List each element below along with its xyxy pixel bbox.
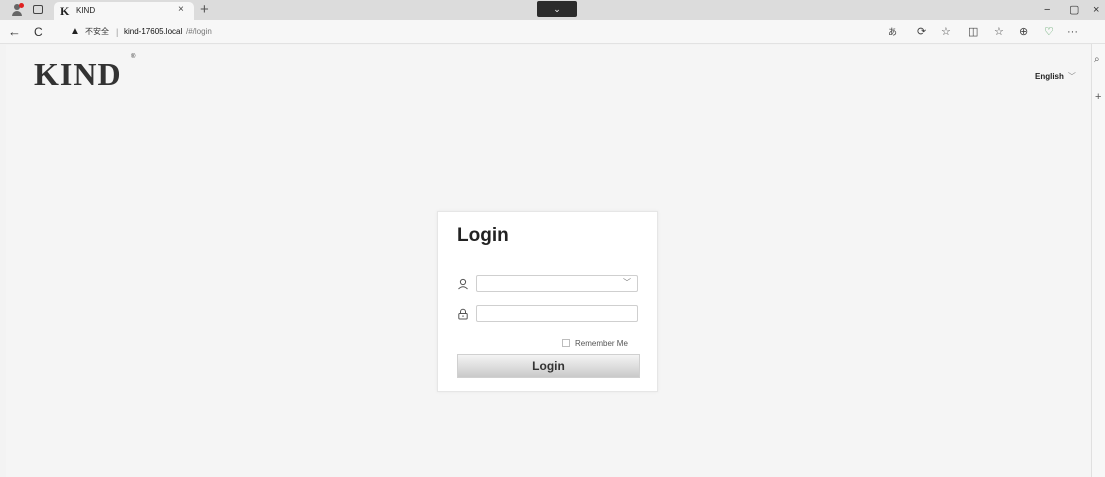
profile-icon[interactable] (10, 3, 24, 17)
address-bar[interactable]: ▲ 不安全 | kind-17605.local /#/login (60, 23, 880, 41)
restore-button[interactable]: ▢ (1069, 1, 1079, 19)
not-secure-label[interactable]: 不安全 (85, 25, 109, 39)
tab-actions-dropdown[interactable]: ⌄ (537, 1, 577, 17)
refresh-button[interactable]: C (34, 23, 43, 41)
minimize-button[interactable]: − (1044, 1, 1050, 19)
extensions-icon[interactable]: ⟳ (917, 24, 926, 40)
favorites-bar-icon[interactable]: ☆ (994, 24, 1004, 40)
remember-me-option[interactable]: Remember Me (562, 338, 628, 350)
browser-tab-bar: K KIND × + ⌄ − ▢ × (0, 0, 1105, 20)
remember-me-checkbox[interactable] (562, 339, 570, 347)
favorite-icon[interactable]: ☆ (941, 24, 951, 40)
chevron-down-icon: ﹀ (1067, 72, 1076, 81)
tab-favicon: K (60, 4, 70, 18)
workspaces-icon[interactable] (33, 5, 43, 14)
new-tab-button[interactable]: + (200, 0, 209, 20)
login-title: Login (457, 225, 509, 246)
more-icon[interactable]: ··· (1067, 24, 1078, 40)
back-button[interactable]: ← (8, 23, 21, 41)
not-secure-icon[interactable]: ▲ (70, 24, 80, 40)
language-selector[interactable]: English ﹀ (1035, 71, 1076, 83)
username-select[interactable]: ﹀ (476, 275, 638, 292)
address-bar-row: ← C ▲ 不安全 | kind-17605.local /#/login あ … (0, 20, 1105, 44)
chevron-down-icon: ﹀ (623, 278, 631, 287)
performance-icon[interactable]: ♡ (1044, 24, 1054, 40)
login-button[interactable]: Login (457, 354, 640, 378)
language-label: English (1035, 72, 1064, 81)
side-add-icon[interactable]: + (1095, 91, 1101, 103)
read-aloud-icon[interactable]: あ (888, 24, 897, 40)
remember-me-label: Remember Me (575, 339, 628, 348)
password-field[interactable] (476, 305, 638, 322)
browser-tab[interactable]: K KIND × (54, 2, 194, 20)
page-content: KIND ® English ﹀ Login ﹀ Remember Me Logi… (6, 45, 1091, 477)
collections-icon[interactable]: ⊕ (1019, 24, 1028, 40)
close-window-button[interactable]: × (1093, 1, 1099, 19)
side-search-icon[interactable]: ⌕ (1094, 54, 1100, 65)
tab-close-icon[interactable]: × (178, 4, 184, 15)
lock-icon (458, 308, 468, 320)
tab-title: KIND (76, 6, 96, 15)
side-panel: ⌕ + (1091, 44, 1105, 477)
user-icon (458, 278, 468, 290)
registered-mark: ® (131, 54, 136, 60)
split-screen-icon[interactable]: ◫ (968, 24, 978, 40)
brand-logo: KIND (34, 56, 122, 92)
login-card: Login ﹀ Remember Me Login (437, 211, 658, 392)
url-path[interactable]: /#/login (186, 25, 212, 39)
url-host[interactable]: kind-17605.local (124, 25, 182, 39)
address-separator: | (116, 27, 119, 37)
